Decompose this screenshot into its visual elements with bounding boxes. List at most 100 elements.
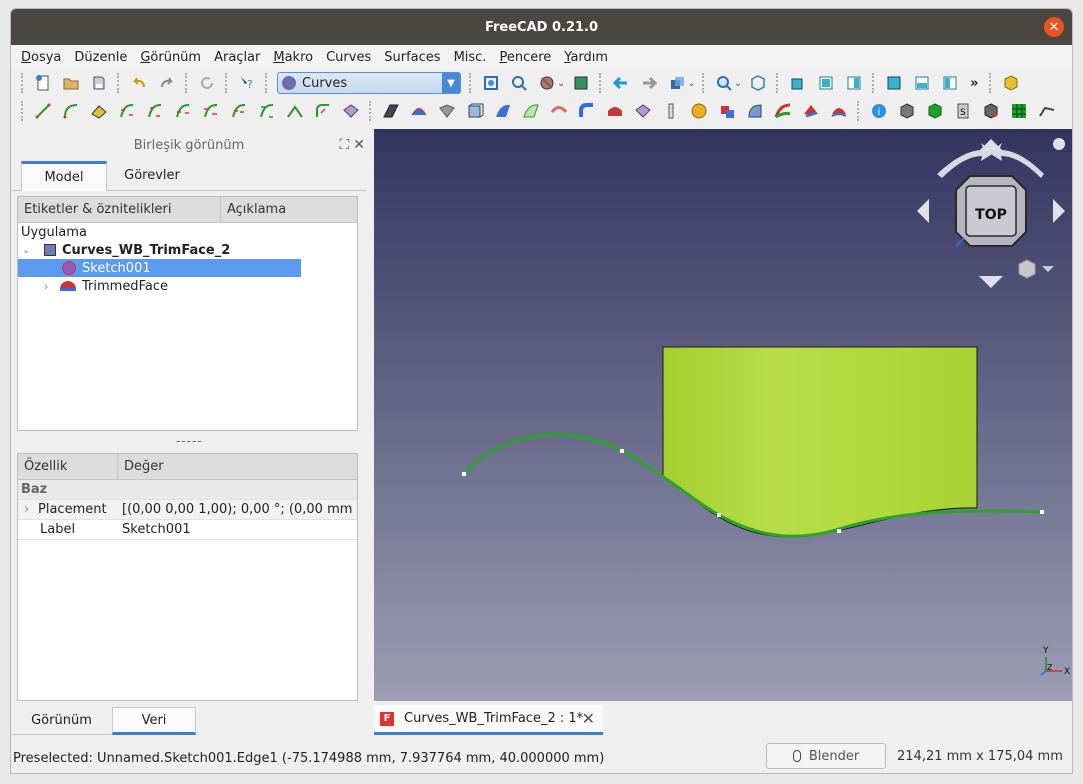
toolbar-grip[interactable] xyxy=(701,73,706,93)
surface-tool-15-button[interactable] xyxy=(800,100,822,122)
menu-araclar[interactable]: Araçlar xyxy=(214,50,260,65)
misc-tool-4-button[interactable] xyxy=(980,100,1002,122)
blend-curve-button[interactable] xyxy=(88,100,110,122)
save-button[interactable] xyxy=(88,72,110,94)
curve-tool-2-button[interactable] xyxy=(144,100,166,122)
3d-viewport[interactable]: TOP Y X Z xyxy=(374,129,1072,701)
surface-tool-8-button[interactable] xyxy=(576,100,598,122)
toolbar-grip[interactable] xyxy=(857,101,861,121)
chevron-down-icon[interactable]: ⌄ xyxy=(687,78,695,89)
menu-makro[interactable]: Makro xyxy=(273,50,313,65)
curve-tool-9-button[interactable] xyxy=(340,100,362,122)
tree-document-row[interactable]: ⌄ Curves_WB_TrimFace_2 xyxy=(18,241,357,259)
surface-tool-3-button[interactable] xyxy=(436,100,458,122)
property-row-label[interactable]: Label Sketch001 xyxy=(18,520,357,540)
back-button[interactable] xyxy=(610,72,632,94)
open-file-button[interactable] xyxy=(60,72,82,94)
menu-yardim[interactable]: Yardım xyxy=(564,50,608,65)
toolbar-grip[interactable] xyxy=(988,73,993,93)
menu-pencere[interactable]: Pencere xyxy=(499,50,551,65)
chevron-down-icon[interactable]: ⌄ xyxy=(557,78,565,89)
menu-duzenle[interactable]: Düzenle xyxy=(74,50,127,65)
surface-tool-9-button[interactable] xyxy=(604,100,626,122)
view-menu-icon[interactable] xyxy=(1018,259,1054,279)
surface-tool-5-button[interactable] xyxy=(492,100,514,122)
redo-button[interactable] xyxy=(156,72,178,94)
misc-tool-5-button[interactable] xyxy=(1008,100,1030,122)
toolbar-grip[interactable] xyxy=(225,73,229,93)
tab-model[interactable]: Model xyxy=(21,161,107,191)
menu-curves[interactable]: Curves xyxy=(326,50,371,65)
toolbar-grip[interactable] xyxy=(599,73,603,93)
bottom-view-button[interactable] xyxy=(911,72,933,94)
arrow-down-icon[interactable] xyxy=(979,276,1003,288)
right-view-button[interactable] xyxy=(843,72,865,94)
chevron-right-icon[interactable]: › xyxy=(44,280,56,293)
float-panel-icon[interactable]: ⛶ xyxy=(339,137,349,153)
arc-tool-button[interactable] xyxy=(60,100,82,122)
forward-button[interactable] xyxy=(638,72,660,94)
surface-tool-1-button[interactable] xyxy=(380,100,402,122)
curve-tool-5-button[interactable] xyxy=(228,100,250,122)
surface-tool-14-button[interactable] xyxy=(772,100,794,122)
chevron-down-icon[interactable]: ⌄ xyxy=(22,245,34,256)
surface-tool-10-button[interactable] xyxy=(632,100,654,122)
curve-tool-6-button[interactable] xyxy=(256,100,278,122)
close-window-button[interactable]: ✕ xyxy=(1044,17,1064,37)
menu-dosya[interactable]: Dosya xyxy=(21,50,61,65)
toolbar-grip[interactable] xyxy=(776,73,780,93)
property-row-placement[interactable]: › Placement [(0,00 0,00 1,00); 0,00 °; (… xyxy=(18,500,357,520)
misc-tool-6-button[interactable] xyxy=(1036,100,1058,122)
fit-selection-button[interactable] xyxy=(508,72,530,94)
curve-tool-8-button[interactable] xyxy=(312,100,334,122)
surface-tool-12-button[interactable] xyxy=(716,100,738,122)
control-point[interactable] xyxy=(837,529,841,533)
sphere-button[interactable] xyxy=(688,100,710,122)
curve-tool-4-button[interactable] xyxy=(200,100,222,122)
fit-all-button[interactable] xyxy=(480,72,502,94)
property-value[interactable]: Sketch001 xyxy=(118,522,357,537)
draw-style-button[interactable] xyxy=(536,72,558,94)
line-tool-button[interactable] xyxy=(32,100,54,122)
menu-misc[interactable]: Misc. xyxy=(454,50,487,65)
refresh-button[interactable] xyxy=(196,72,218,94)
workbench-selector[interactable]: Curves ▼ xyxy=(277,72,461,94)
chevron-down-icon[interactable]: ⌄ xyxy=(734,78,742,89)
tree-column-labels[interactable]: Etiketler & öznitelikleri xyxy=(18,197,221,222)
new-file-button[interactable] xyxy=(32,72,54,94)
panel-splitter[interactable]: ----- xyxy=(176,434,203,448)
curve-tool-3-button[interactable] xyxy=(172,100,194,122)
tab-gorevler[interactable]: Görevler xyxy=(107,161,197,190)
tab-gorunum[interactable]: Görünüm xyxy=(11,707,112,735)
toolbar-grip[interactable] xyxy=(185,73,189,93)
control-point[interactable] xyxy=(717,513,721,517)
zoom-button[interactable] xyxy=(713,72,735,94)
toolbar-grip[interactable] xyxy=(872,73,876,93)
tab-veri[interactable]: Veri xyxy=(112,707,196,735)
surface-tool-13-button[interactable] xyxy=(744,100,766,122)
close-icon[interactable]: ✕ xyxy=(353,137,365,153)
surface-tool-4-button[interactable] xyxy=(464,100,486,122)
menu-gorunum[interactable]: Görünüm xyxy=(140,50,201,65)
arrow-right-icon[interactable] xyxy=(1053,199,1065,223)
surface-tool-2-button[interactable] xyxy=(408,100,430,122)
tree-item-sketch001[interactable]: Sketch001 xyxy=(18,259,301,277)
menu-surfaces[interactable]: Surfaces xyxy=(384,50,440,65)
bounding-box-button[interactable] xyxy=(570,72,592,94)
tree-item-trimmedface[interactable]: › TrimmedFace xyxy=(18,277,357,295)
surface-tool-11-button[interactable] xyxy=(660,100,682,122)
control-point[interactable] xyxy=(620,449,624,453)
navigation-style-button[interactable]: Blender xyxy=(766,743,886,769)
surface-tool-6-button[interactable] xyxy=(520,100,542,122)
chevron-right-icon[interactable]: › xyxy=(24,502,38,517)
menu-dot-icon[interactable] xyxy=(1053,138,1065,150)
tree-column-description[interactable]: Açıklama xyxy=(221,197,357,222)
toolbar-grip[interactable] xyxy=(117,73,121,93)
curve-tool-7-button[interactable] xyxy=(284,100,306,122)
undo-button[interactable] xyxy=(128,72,150,94)
curve-tool-1-button[interactable] xyxy=(116,100,138,122)
top-view-button[interactable] xyxy=(815,72,837,94)
surface-tool-7-button[interactable] xyxy=(548,100,570,122)
control-point[interactable] xyxy=(1040,510,1044,514)
front-view-button[interactable] xyxy=(787,72,809,94)
